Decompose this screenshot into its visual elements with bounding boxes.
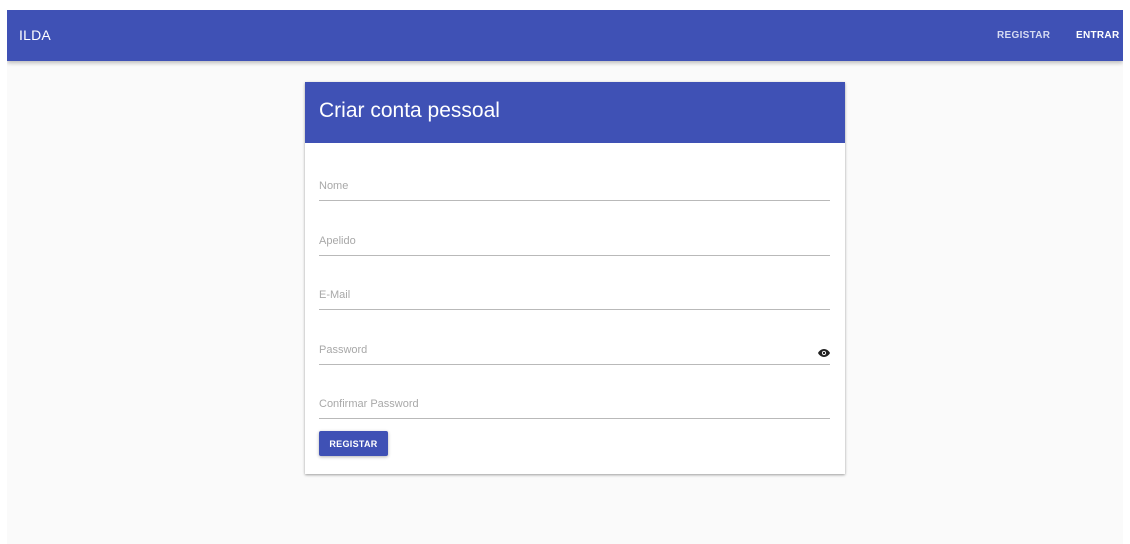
nav-login-button[interactable]: ENTRAR [1076, 10, 1119, 61]
card-header: Criar conta pessoal [305, 82, 845, 143]
register-card: Criar conta pessoal REGISTAR [305, 82, 845, 474]
eye-icon-glyph [818, 349, 830, 357]
confirm-password-input[interactable] [319, 392, 809, 416]
password-input[interactable] [319, 338, 809, 362]
name-input[interactable] [319, 174, 809, 198]
register-submit-button[interactable]: REGISTAR [319, 431, 388, 456]
name-field [319, 174, 830, 201]
eye-icon[interactable] [818, 345, 830, 357]
email-field [319, 283, 830, 310]
brand-title[interactable]: ILDA [19, 10, 51, 61]
surname-input[interactable] [319, 229, 809, 253]
nav-register-button[interactable]: REGISTAR [997, 10, 1050, 61]
surname-field [319, 229, 830, 256]
app-bar: ILDA REGISTAR ENTRAR [7, 10, 1123, 61]
email-input[interactable] [319, 283, 809, 307]
app-viewport: ILDA REGISTAR ENTRAR Criar conta pessoal [7, 10, 1123, 544]
password-field [319, 338, 830, 365]
card-title: Criar conta pessoal [319, 99, 500, 122]
confirm-password-field [319, 392, 830, 419]
